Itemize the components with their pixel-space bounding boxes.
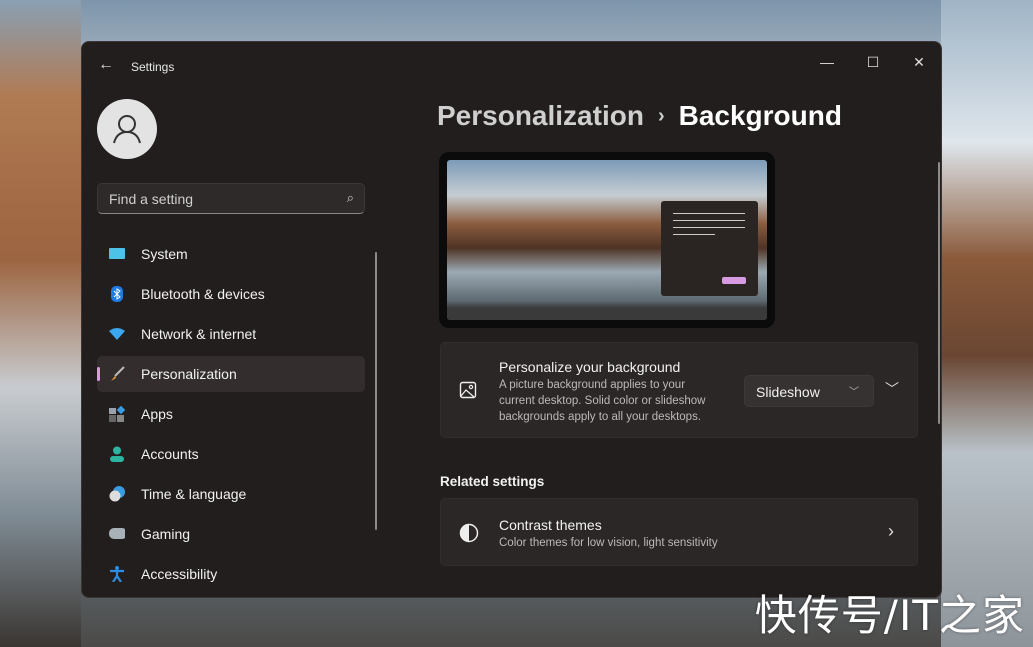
dropdown-value: Slideshow [756, 384, 820, 400]
sidebar-item-network-internet[interactable]: Network & internet [97, 316, 365, 352]
sidebar-item-time-language[interactable]: Time & language [97, 476, 365, 512]
sidebar-item-label: Gaming [141, 526, 191, 542]
bluetooth-icon [109, 286, 125, 302]
app-title: Settings [131, 60, 175, 74]
card-description: Color themes for low vision, light sensi… [499, 537, 718, 549]
contrast-icon [459, 523, 479, 543]
sidebar-item-accounts[interactable]: Accounts [97, 436, 365, 472]
sidebar-nav: System Bluetooth & devices Network & inter… [97, 236, 365, 596]
paintbrush-icon [109, 366, 125, 382]
watermark: 快传号/IT之家 [754, 591, 1025, 640]
background-type-dropdown[interactable]: Slideshow ﹀ [744, 375, 874, 407]
sidebar-item-label: Bluetooth & devices [141, 286, 265, 302]
monitor-icon [109, 246, 125, 262]
page-title: Background [678, 100, 842, 131]
main-scrollbar[interactable] [938, 162, 940, 424]
sidebar-item-personalization[interactable]: Personalization [97, 356, 365, 392]
avatar[interactable] [97, 99, 157, 159]
card-title: Contrast themes [499, 517, 602, 533]
preview-window [661, 201, 758, 296]
gamepad-icon [109, 526, 125, 542]
apps-icon [109, 406, 125, 422]
sidebar-item-label: Personalization [141, 366, 237, 382]
image-icon [459, 381, 477, 399]
preview-taskbar [447, 308, 767, 320]
maximize-icon[interactable]: ☐ [858, 50, 888, 74]
sidebar-item-label: System [141, 246, 188, 262]
wifi-icon [109, 326, 125, 342]
related-settings-heading: Related settings [440, 474, 545, 489]
desktop-preview [439, 152, 775, 328]
title-bar: ← Settings — ☐ ✕ [82, 42, 941, 90]
sidebar-scrollbar[interactable] [375, 252, 377, 530]
contrast-themes-card[interactable]: Contrast themes Color themes for low vis… [440, 498, 918, 566]
card-title: Personalize your background [499, 359, 681, 375]
arrow-left-icon[interactable]: ← [98, 56, 114, 74]
preview-accent-button [722, 277, 746, 284]
accessibility-icon [109, 566, 125, 582]
sidebar-item-accessibility[interactable]: Accessibility [97, 556, 365, 592]
chevron-down-icon: ﹀ [849, 387, 859, 398]
chevron-right-icon: › [888, 521, 894, 541]
expand-chevron-icon[interactable]: ﹀ [885, 379, 899, 399]
card-description: A picture background applies to your cur… [499, 379, 706, 423]
wallpaper-preview-image [447, 160, 767, 320]
sidebar-item-label: Accounts [141, 446, 199, 462]
search-box[interactable]: ⌕ [97, 183, 365, 214]
sidebar-item-label: Network & internet [141, 326, 257, 342]
close-icon[interactable]: ✕ [904, 50, 934, 74]
minimize-icon[interactable]: — [812, 50, 842, 74]
person-icon [113, 115, 141, 144]
personalize-background-card: Personalize your background A picture ba… [440, 342, 918, 438]
sidebar-item-label: Time & language [141, 486, 247, 502]
sidebar-item-label: Apps [141, 406, 173, 422]
breadcrumb: Personalization › Background [437, 100, 842, 132]
sidebar-item-apps[interactable]: Apps [97, 396, 365, 432]
search-input[interactable] [109, 191, 329, 207]
desktop-wallpaper-right [941, 0, 1033, 647]
sidebar-item-system[interactable]: System [97, 236, 365, 272]
sidebar-item-label: Accessibility [141, 566, 218, 582]
chevron-right-icon: › [657, 105, 665, 127]
search-icon[interactable]: ⌕ [347, 190, 354, 206]
sidebar-item-gaming[interactable]: Gaming [97, 516, 365, 552]
person-icon [109, 446, 125, 462]
breadcrumb-parent[interactable]: Personalization [437, 100, 644, 131]
sidebar-item-bluetooth-devices[interactable]: Bluetooth & devices [97, 276, 365, 312]
desktop-wallpaper-left [0, 0, 81, 647]
clock-globe-icon [109, 486, 125, 502]
settings-window: ← Settings — ☐ ✕ ⌕ System Bluetooth & dev… [81, 41, 942, 598]
